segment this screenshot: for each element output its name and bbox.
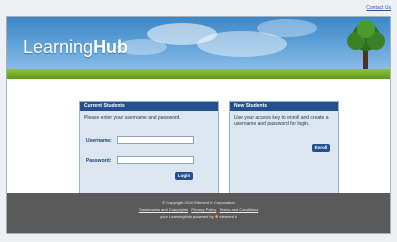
banner: LearningHub bbox=[7, 17, 390, 79]
password-input[interactable] bbox=[117, 156, 194, 164]
footer: © Copyright 2010 Element K Corporation T… bbox=[7, 193, 390, 233]
element-k-brand: element k bbox=[219, 214, 237, 219]
privacy-policy-link[interactable]: Privacy Policy bbox=[191, 207, 216, 212]
logo-text-learning: Learning bbox=[23, 37, 94, 57]
footer-links: Trademarks and Copyrights Privacy Policy… bbox=[7, 206, 390, 213]
password-label: Password: bbox=[86, 158, 112, 164]
terms-link[interactable]: Terms and Conditions bbox=[220, 207, 259, 212]
page: Contact Us LearningHub Current Students … bbox=[0, 0, 397, 242]
grass-strip bbox=[7, 69, 390, 79]
powered-by-text: your LearningHub powered by bbox=[160, 214, 214, 219]
main-card: LearningHub Current Students Please ente… bbox=[6, 16, 391, 234]
current-students-instructions: Please enter your username and password. bbox=[84, 115, 181, 121]
enroll-button[interactable]: Enroll bbox=[312, 144, 330, 152]
element-k-logo-icon: ❖ bbox=[214, 214, 219, 219]
new-students-title: New Students bbox=[230, 102, 338, 111]
username-label: Username: bbox=[86, 138, 112, 144]
contact-us-link[interactable]: Contact Us bbox=[366, 5, 391, 11]
tree-icon bbox=[347, 20, 385, 69]
new-students-instructions: Use your access key to enroll and create… bbox=[234, 115, 329, 127]
learninghub-logo: LearningHub bbox=[23, 37, 128, 58]
login-button[interactable]: Login bbox=[175, 172, 193, 180]
username-input[interactable] bbox=[117, 136, 194, 144]
cloud bbox=[257, 19, 317, 37]
footer-copyright: © Copyright 2010 Element K Corporation bbox=[162, 200, 235, 205]
footer-powered-by: your LearningHub powered by ❖ element k bbox=[7, 213, 390, 220]
logo-text-hub: Hub bbox=[93, 37, 129, 57]
trademarks-link[interactable]: Trademarks and Copyrights bbox=[139, 207, 188, 212]
current-students-title: Current Students bbox=[80, 102, 218, 111]
